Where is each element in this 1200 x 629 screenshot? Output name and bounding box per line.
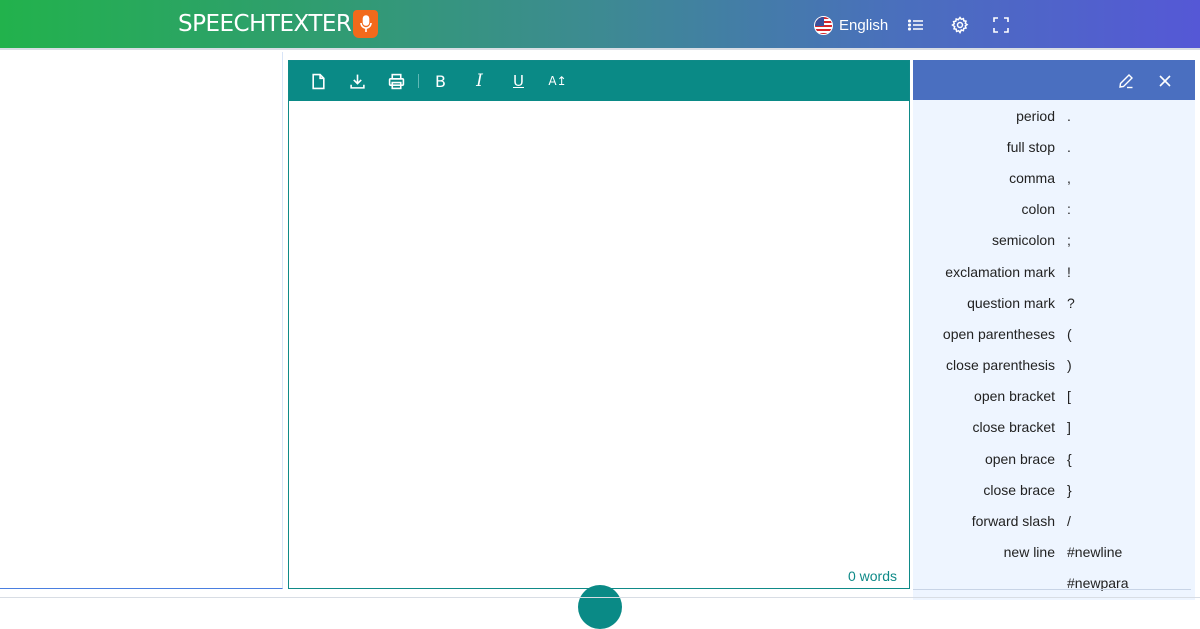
microphone-icon	[353, 10, 379, 38]
bold-button[interactable]: B	[421, 61, 460, 101]
command-row: exclamation mark!	[913, 256, 1195, 287]
command-name: colon	[1021, 201, 1055, 218]
close-panel-button[interactable]	[1154, 70, 1176, 92]
command-symbol: {	[1067, 450, 1072, 467]
command-name: close brace	[983, 481, 1055, 498]
command-row: question mark?	[913, 287, 1195, 318]
command-symbol: ;	[1067, 232, 1071, 249]
editor: B I U A↥ 0 words	[288, 60, 910, 589]
toolbar-divider	[418, 74, 419, 88]
command-row: forward slash /	[913, 505, 1195, 536]
command-row: full stop.	[913, 131, 1195, 162]
transcript-textarea[interactable]	[289, 101, 909, 588]
print-icon	[388, 73, 405, 89]
side-panel-header	[913, 60, 1195, 100]
command-row: close brace}	[913, 474, 1195, 505]
logo[interactable]: SPEECHTEXTER	[178, 9, 379, 39]
list-icon[interactable]	[904, 13, 928, 37]
command-name: comma	[1009, 169, 1055, 186]
command-row: new line #newline	[913, 537, 1195, 568]
new-document-button[interactable]	[299, 61, 338, 101]
fullscreen-icon[interactable]	[989, 13, 1013, 37]
logo-text: SPEECHTEXTER	[178, 11, 352, 37]
app-header: SPEECHTEXTER English	[0, 0, 1200, 50]
command-name: close parenthesis	[946, 357, 1055, 374]
language-label: English	[839, 16, 889, 34]
command-name: open brace	[984, 450, 1055, 467]
command-row: comma,	[913, 162, 1195, 193]
command-symbol: !	[1067, 263, 1071, 280]
command-row: colon:	[913, 194, 1195, 225]
download-button[interactable]	[338, 61, 377, 101]
command-symbol: ,	[1067, 169, 1071, 186]
command-name: forward slash	[971, 513, 1055, 530]
command-name: open parentheses	[942, 325, 1055, 342]
bottom-divider	[0, 597, 1200, 598]
underline-button[interactable]: U	[499, 61, 538, 101]
command-symbol: /	[1067, 513, 1071, 530]
command-name: period	[1016, 107, 1055, 124]
command-name: semicolon	[991, 232, 1055, 249]
command-name: open bracket	[974, 388, 1055, 405]
command-row: period.	[913, 100, 1195, 131]
font-size-button[interactable]: A↥	[538, 61, 577, 101]
new-document-icon	[312, 73, 325, 89]
command-symbol: .	[1067, 107, 1071, 124]
command-row: semicolon;	[913, 225, 1195, 256]
command-list: period. full stop. comma, colon: semicolon; e…	[913, 100, 1195, 599]
gear-icon[interactable]	[948, 13, 972, 37]
edit-commands-button[interactable]	[1115, 70, 1137, 92]
print-button[interactable]	[377, 61, 416, 101]
command-name: new line	[1003, 544, 1055, 561]
command-name: question mark	[967, 294, 1055, 311]
command-symbol: }	[1067, 481, 1072, 498]
download-icon	[350, 74, 365, 89]
left-panel	[0, 52, 283, 589]
command-row: close parenthesis)	[913, 350, 1195, 381]
command-name: exclamation mark	[945, 263, 1055, 280]
command-name: full stop	[1006, 138, 1055, 155]
record-button[interactable]	[578, 585, 622, 629]
command-symbol: .	[1067, 138, 1071, 155]
command-row: open parentheses (	[913, 318, 1195, 349]
pencil-icon	[1119, 74, 1133, 89]
editor-toolbar: B I U A↥	[289, 61, 909, 101]
command-row: open bracket [	[913, 381, 1195, 412]
command-row: open brace {	[913, 443, 1195, 474]
italic-button[interactable]: I	[460, 61, 499, 101]
command-symbol: [	[1067, 388, 1071, 405]
command-symbol: ]	[1067, 419, 1071, 436]
command-symbol: ?	[1067, 294, 1075, 311]
command-symbol: #newline	[1067, 544, 1123, 561]
close-icon	[1159, 75, 1171, 87]
command-row: #newpara	[913, 568, 1195, 599]
command-row: close bracket]	[913, 412, 1195, 443]
command-symbol: :	[1067, 201, 1071, 218]
voice-commands-panel: period. full stop. comma, colon: semicolon; e…	[913, 60, 1195, 600]
command-name: close bracket	[972, 419, 1055, 436]
command-symbol: (	[1067, 325, 1072, 342]
language-selector[interactable]: English	[814, 14, 888, 36]
word-count: 0 words	[847, 568, 897, 584]
us-flag-icon	[814, 15, 833, 35]
command-symbol: )	[1067, 357, 1072, 374]
panel-divider	[913, 589, 1191, 590]
